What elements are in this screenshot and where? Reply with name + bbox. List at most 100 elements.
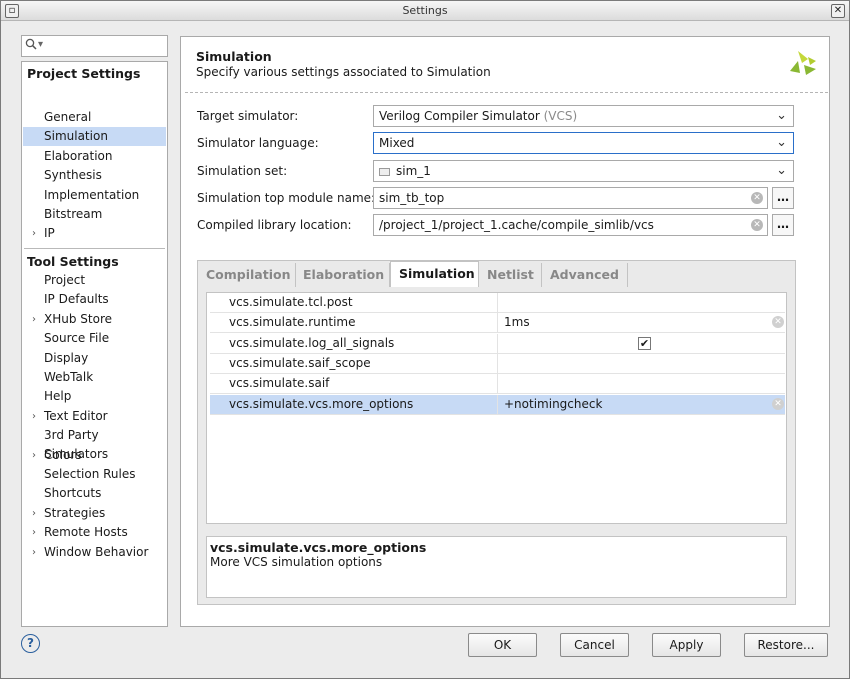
tab-simulation[interactable]: Simulation — [390, 261, 479, 287]
nav-item-label: IP — [44, 226, 55, 241]
table-row[interactable]: vcs.simulate.saif — [210, 374, 785, 395]
chevron-right-icon[interactable]: › — [32, 523, 36, 542]
nav-item-label: Implementation — [44, 187, 140, 202]
top-module-label: Simulation top module name: — [197, 191, 376, 205]
nav-item-simulation[interactable]: Simulation — [23, 127, 166, 147]
nav-item-label: Strategies — [44, 505, 106, 520]
table-row[interactable]: vcs.simulate.tcl.post — [210, 293, 785, 313]
simulation-set-select[interactable]: sim_1 ⌄ — [373, 160, 794, 182]
compiled-library-browse-button[interactable]: … — [772, 214, 794, 236]
table-row[interactable]: vcs.simulate.log_all_signals ✔ — [210, 333, 785, 354]
column-divider — [497, 374, 498, 395]
nav-item-label: WebTalk — [44, 370, 94, 384]
nav-item-label: IP Defaults — [44, 292, 109, 307]
nav-item-display[interactable]: Display — [23, 349, 166, 368]
target-simulator-label: Target simulator: — [197, 109, 299, 123]
chevron-right-icon[interactable]: › — [32, 224, 36, 243]
nav-item-label: Source File — [44, 331, 110, 346]
table-row[interactable]: vcs.simulate.saif_scope — [210, 353, 785, 374]
tab-advanced[interactable]: Advanced — [542, 263, 628, 287]
nav-divider — [24, 248, 165, 249]
chevron-down-icon: ⌄ — [776, 108, 787, 123]
tab-compilation[interactable]: Compilation — [198, 263, 296, 287]
table-row[interactable]: vcs.simulate.vcs.more_options +notimingch… — [210, 394, 785, 415]
nav-item-bitstream[interactable]: Bitstream — [23, 205, 166, 224]
nav-item-xhub-store[interactable]: › XHub Store — [23, 310, 166, 329]
search-dropdown-icon[interactable]: ▾ — [38, 39, 43, 50]
nav-item-window-behavior[interactable]: › Window Behavior — [23, 543, 166, 562]
target-simulator-value: Verilog Compiler Simulator — [379, 109, 540, 123]
ok-button[interactable]: OK — [468, 633, 537, 657]
help-icon[interactable]: ? — [21, 634, 40, 653]
vivado-logo-icon — [790, 51, 816, 75]
nav-item-remote-hosts[interactable]: › Remote Hosts — [23, 523, 166, 542]
simulator-language-select[interactable]: Mixed ⌄ — [373, 132, 794, 154]
nav-item-project[interactable]: Project — [23, 271, 166, 290]
option-checkbox[interactable]: ✔ — [638, 336, 651, 350]
close-icon[interactable]: ✕ — [831, 4, 845, 18]
nav-item-label: Project — [44, 273, 86, 287]
chevron-right-icon[interactable]: › — [32, 504, 36, 523]
chevron-down-icon: ⌄ — [776, 163, 787, 178]
clear-icon[interactable]: ✕ — [772, 397, 784, 410]
nav-item-label: General — [44, 110, 92, 124]
tab-bar: Compilation Elaboration Simulation Netli… — [198, 261, 795, 287]
tab-elaboration[interactable]: Elaboration — [295, 263, 390, 287]
nav-item-webtalk[interactable]: WebTalk — [23, 368, 166, 387]
page-subtitle: Specify various settings associated to S… — [196, 65, 491, 79]
top-module-value: sim_tb_top — [379, 191, 445, 205]
chevron-right-icon[interactable]: › — [32, 446, 36, 465]
table-row[interactable]: vcs.simulate.runtime 1ms ✕ — [210, 313, 785, 334]
clear-icon[interactable]: ✕ — [751, 192, 763, 204]
nav-item-text-editor[interactable]: › Text Editor — [23, 407, 166, 426]
option-key: vcs.simulate.runtime — [229, 315, 356, 330]
nav-item-label: Simulation — [44, 129, 108, 144]
compiled-library-input[interactable]: /project_1/project_1.cache/compile_simli… — [373, 214, 768, 236]
nav-item-label: Synthesis — [44, 168, 102, 183]
column-divider — [497, 353, 498, 374]
options-tab-panel: Compilation Elaboration Simulation Netli… — [197, 260, 796, 605]
nav-item-3rd-party-simulators[interactable]: 3rd Party Simulators — [23, 426, 166, 461]
nav-item-strategies[interactable]: › Strategies — [23, 504, 166, 523]
nav-item-selection-rules[interactable]: Selection Rules — [23, 465, 166, 484]
nav-item-label: Selection Rules — [44, 467, 136, 481]
clear-icon[interactable]: ✕ — [772, 316, 784, 329]
apply-button[interactable]: Apply — [652, 633, 721, 657]
window-title: Settings — [402, 4, 448, 17]
option-key: vcs.simulate.saif_scope — [229, 355, 371, 370]
chevron-right-icon[interactable]: › — [32, 543, 36, 562]
option-key: vcs.simulate.vcs.more_options — [229, 396, 414, 411]
nav-item-label: Remote Hosts — [44, 525, 128, 540]
nav-item-label: Elaboration — [44, 148, 113, 163]
nav-item-general[interactable]: General — [23, 108, 166, 127]
nav-item-ip[interactable]: › IP — [23, 224, 166, 243]
simulation-set-value: sim_1 — [396, 164, 431, 178]
nav-item-source-file[interactable]: Source File — [23, 329, 166, 348]
nav-item-synthesis[interactable]: Synthesis — [23, 166, 166, 185]
target-simulator-select[interactable]: Verilog Compiler Simulator (VCS) ⌄ — [373, 105, 794, 127]
nav-item-implementation[interactable]: Implementation — [23, 186, 166, 205]
project-settings-header: Project Settings — [27, 66, 141, 81]
nav-item-shortcuts[interactable]: Shortcuts — [23, 484, 166, 503]
nav-item-ip-defaults[interactable]: IP Defaults — [23, 290, 166, 309]
option-key: vcs.simulate.tcl.post — [229, 295, 353, 309]
top-module-input[interactable]: sim_tb_top ✕ — [373, 187, 768, 209]
settings-content-panel: Simulation Specify various settings asso… — [180, 36, 830, 627]
column-divider — [497, 394, 498, 415]
nav-item-colors[interactable]: › Colors — [23, 446, 166, 465]
nav-item-help[interactable]: Help — [23, 387, 166, 406]
top-module-browse-button[interactable]: … — [772, 187, 794, 209]
settings-nav-panel: ▾ Project Settings General Simulation Elab… — [21, 35, 168, 627]
search-input[interactable]: ▾ — [21, 35, 168, 57]
tab-netlist[interactable]: Netlist — [479, 263, 542, 287]
cancel-button[interactable]: Cancel — [560, 633, 629, 657]
chevron-right-icon[interactable]: › — [32, 407, 36, 426]
clear-icon[interactable]: ✕ — [751, 219, 763, 231]
restore-button[interactable]: Restore... — [744, 633, 828, 657]
chevron-right-icon[interactable]: › — [32, 310, 36, 329]
option-value[interactable]: +notimingcheck — [504, 395, 602, 414]
nav-item-label: Help — [44, 389, 72, 404]
nav-item-elaboration[interactable]: Elaboration — [23, 147, 166, 166]
option-value[interactable]: 1ms — [504, 313, 530, 332]
settings-window: ▫ Settings ✕ ▾ Project Settings General S… — [0, 0, 850, 679]
